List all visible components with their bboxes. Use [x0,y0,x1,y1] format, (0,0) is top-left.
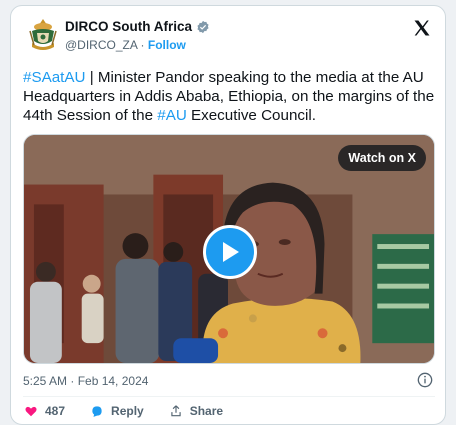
x-logo-icon[interactable] [413,19,431,37]
action-bar: 487 Reply Share [23,404,223,418]
handle-row: @DIRCO_ZA · Follow [65,38,186,52]
tweet-text-end: Executive Council. [186,107,316,124]
hashtag-au[interactable]: #AU [157,107,187,124]
verified-badge-icon [197,20,209,33]
account-handle[interactable]: @DIRCO_ZA [65,38,137,52]
share-action[interactable]: Share [168,404,223,418]
video-player[interactable]: Watch on X [23,134,435,364]
tweet-card: DIRCO South Africa @DIRCO_ZA · Follow #S… [10,5,446,425]
separator: · [140,38,145,52]
play-button[interactable] [203,225,257,279]
share-icon [171,405,181,417]
heart-icon [25,406,37,417]
tweet-timestamp[interactable]: 5:25 AM · Feb 14, 2024 [23,374,148,388]
like-action[interactable]: 487 [23,404,65,418]
info-icon[interactable] [417,372,433,388]
share-label: Share [189,404,224,418]
tweet-header: DIRCO South Africa @DIRCO_ZA · Follow [11,6,445,64]
play-icon [223,242,239,262]
watch-on-x-button[interactable]: Watch on X [338,145,426,171]
divider [23,396,435,397]
account-name-row: DIRCO South Africa [65,19,210,34]
like-count: 487 [45,404,66,418]
tweet-text: #SAatAU | Minister Pandor speaking to th… [23,68,435,125]
reply-action[interactable]: Reply [89,404,144,418]
reply-icon [92,406,102,417]
hashtag-saatau[interactable]: #SAatAU [23,69,85,86]
follow-link[interactable]: Follow [148,38,186,52]
reply-label: Reply [111,404,144,418]
coat-of-arms-icon[interactable] [25,17,61,53]
account-name[interactable]: DIRCO South Africa [65,19,192,34]
